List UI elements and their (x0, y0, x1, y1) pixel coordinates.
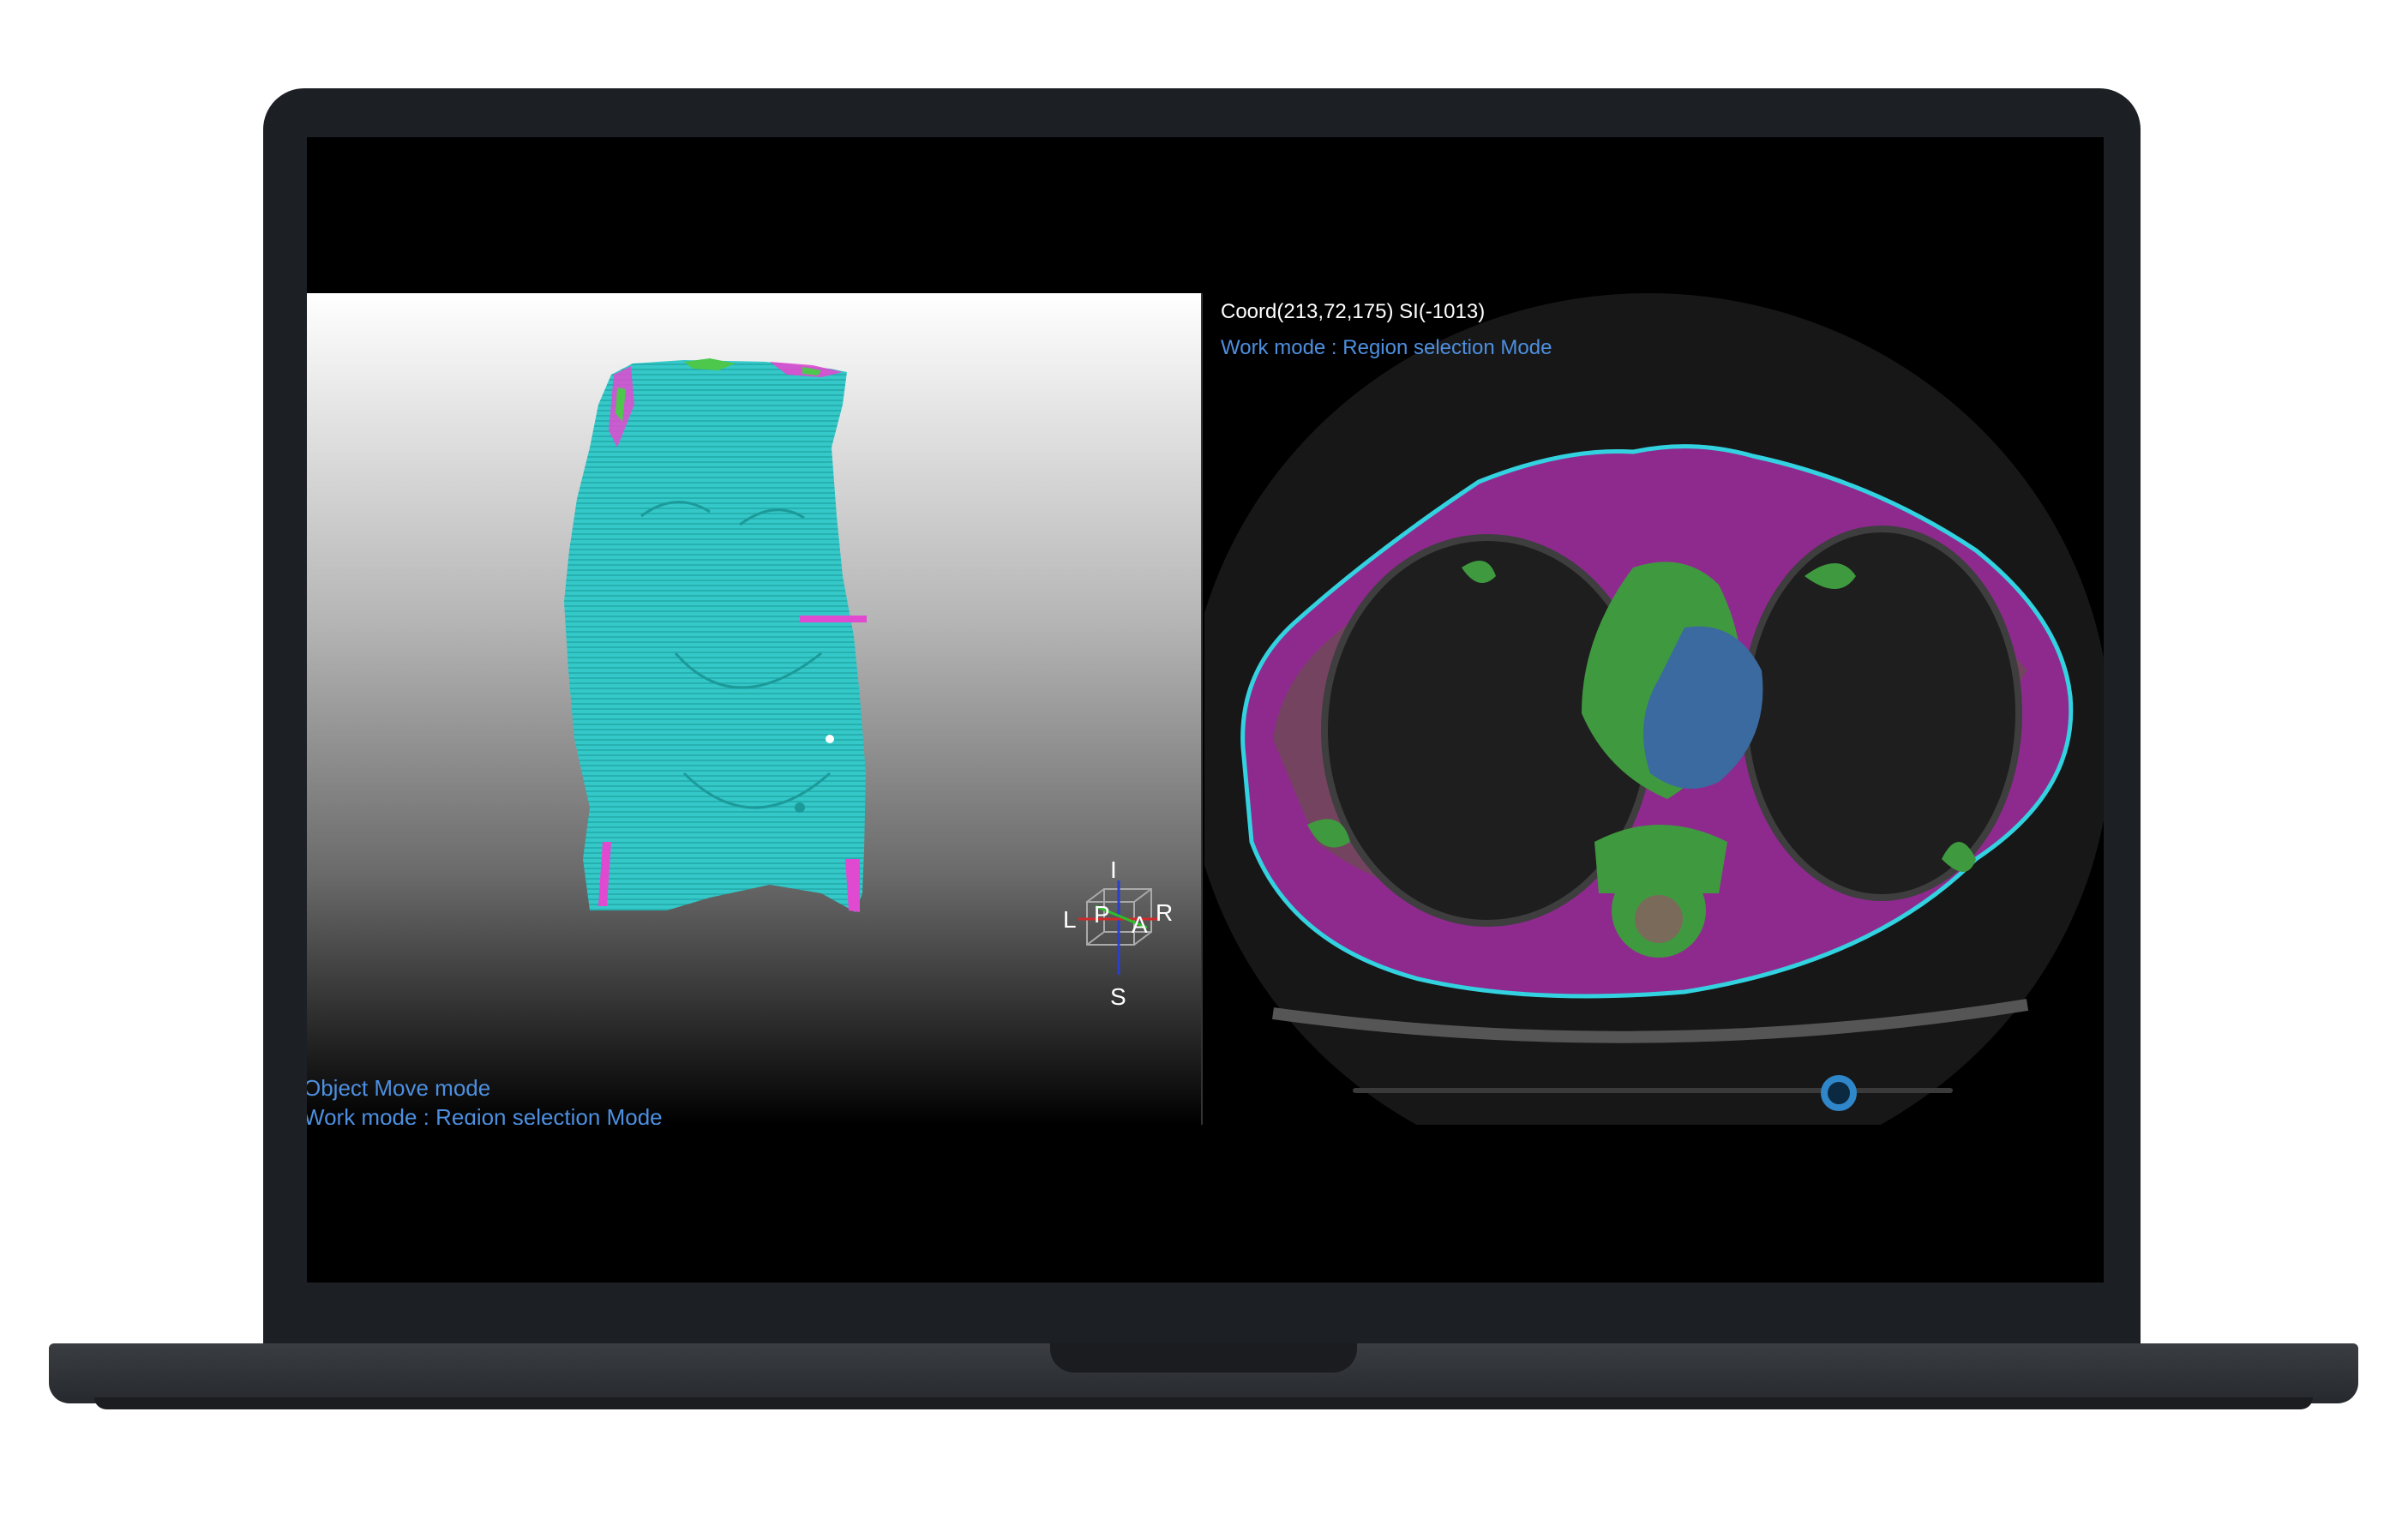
pick-point (826, 735, 834, 743)
coordinate-readout: Coord(213,72,175) SI(-1013) (1221, 300, 1486, 323)
viewer-divider[interactable] (1201, 293, 1203, 1125)
slice-slider-knob[interactable] (1821, 1075, 1857, 1111)
slice-slider-track[interactable] (1353, 1088, 1953, 1093)
screen: I S L R P A Object Move mode Work mode :… (307, 137, 2104, 1283)
orientation-front-label: A (1132, 911, 1148, 938)
viewer-3d-panel[interactable]: I S L R P A Object Move mode Work mode :… (307, 293, 1201, 1125)
laptop-base-shadow (94, 1397, 2313, 1409)
orientation-back-label: P (1094, 901, 1110, 928)
ct-slice-panel[interactable] (1204, 293, 2104, 1125)
laptop-notch (1050, 1343, 1357, 1373)
orientation-bottom-label: S (1110, 983, 1126, 1010)
orientation-top-label: I (1110, 856, 1117, 883)
work-mode-status-3d: Work mode : Region selection Mode (307, 1104, 663, 1125)
marked-region (800, 616, 867, 622)
orientation-cube[interactable]: I S L R P A (1053, 856, 1174, 1010)
orientation-left-label: L (1063, 906, 1077, 933)
ct-axial-slice-image[interactable] (1204, 293, 2104, 1125)
right-lung (1741, 526, 2022, 901)
object-mode-status: Object Move mode (307, 1075, 491, 1101)
work-mode-status-ct: Work mode : Region selection Mode (1221, 336, 1552, 359)
orientation-right-label: R (1156, 899, 1174, 926)
